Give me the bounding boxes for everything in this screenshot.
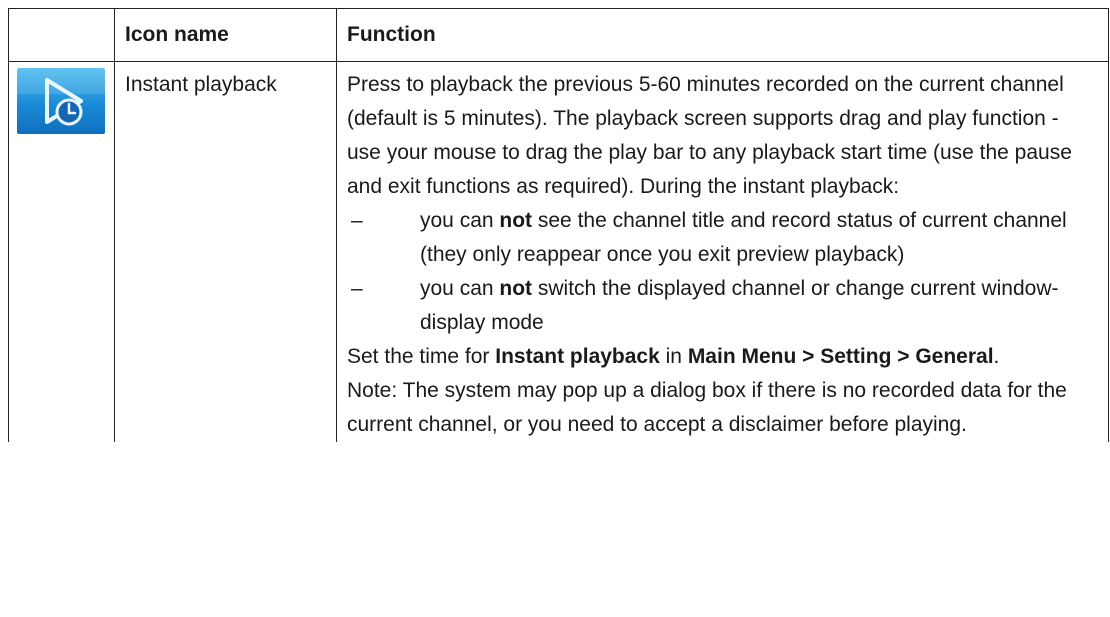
table-header-row: Icon name Function bbox=[8, 8, 1109, 62]
icon-function-table: Icon name Function Instant playback Pres… bbox=[8, 8, 1109, 442]
setting-post: . bbox=[993, 345, 1000, 368]
instant-playback-icon bbox=[17, 68, 105, 134]
bullet-text-bold: not bbox=[499, 209, 533, 232]
header-function: Function bbox=[336, 8, 1109, 62]
bullet-text-pre: you can bbox=[420, 277, 500, 300]
icon-cell bbox=[8, 61, 115, 442]
function-note: Note: The system may pop up a dialog box… bbox=[347, 379, 1067, 436]
icon-name-cell: Instant playback bbox=[114, 61, 337, 442]
setting-mid: in bbox=[659, 345, 688, 368]
bullet-item: – you can not switch the displayed channe… bbox=[347, 272, 1098, 340]
function-intro: Press to playback the previous 5-60 minu… bbox=[347, 73, 1072, 198]
setting-bold-feature: Instant playback bbox=[495, 345, 660, 368]
icon-name-text: Instant playback bbox=[125, 73, 277, 96]
header-icon bbox=[8, 8, 115, 62]
bullet-text-bold: not bbox=[499, 277, 533, 300]
setting-pre: Set the time for bbox=[347, 345, 496, 368]
bullet-item: – you can not see the channel title and r… bbox=[347, 204, 1098, 272]
table-row: Instant playback Press to playback the p… bbox=[8, 61, 1109, 442]
setting-line: Set the time for Instant playback in Mai… bbox=[347, 340, 1098, 374]
header-icon-name: Icon name bbox=[114, 8, 337, 62]
function-cell: Press to playback the previous 5-60 minu… bbox=[336, 61, 1109, 442]
bullet-dash: – bbox=[351, 277, 363, 300]
setting-bold-menu-path: Main Menu > Setting > General bbox=[687, 345, 994, 368]
bullet-dash: – bbox=[351, 209, 363, 232]
bullet-text-pre: you can bbox=[420, 209, 500, 232]
